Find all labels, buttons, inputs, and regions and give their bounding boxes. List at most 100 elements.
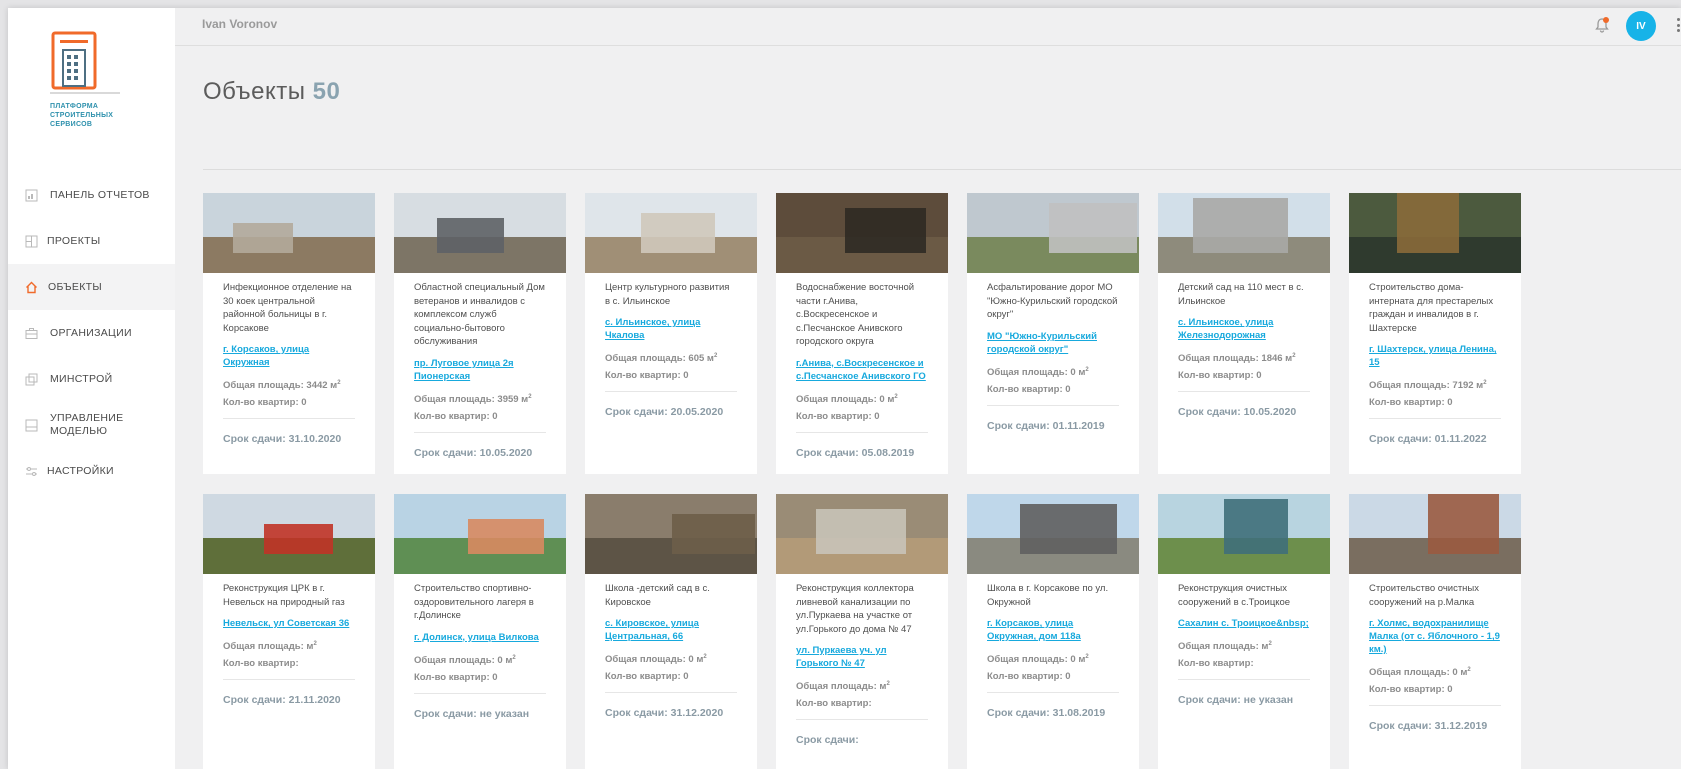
object-photo[interactable]: [1158, 494, 1330, 574]
object-card[interactable]: Асфальтирование дорог МО "Южно-Курильски…: [967, 193, 1139, 474]
object-area: Общая площадь: 605 м2: [605, 353, 718, 365]
object-meta: Общая площадь: 0 м2 Кол-во квартир: 0: [414, 650, 546, 686]
object-address-link[interactable]: г. Долинск, улица Вилкова: [414, 631, 546, 644]
object-photo[interactable]: [1349, 193, 1521, 273]
object-name: Центр культурного развития в с. Ильинско…: [605, 282, 730, 307]
object-card[interactable]: Строительство спортивно-оздоровительного…: [394, 494, 566, 769]
card-divider: [987, 404, 1119, 406]
object-address-link[interactable]: с. Кировское, улица Центральная, 66: [605, 617, 737, 643]
object-name: Инфекционное отделение на 30 коек центра…: [223, 282, 352, 334]
object-address-link[interactable]: г. Корсаков, улица Окружная, дом 118а: [987, 617, 1119, 643]
object-card[interactable]: Школа в г. Корсакове по ул. Окружной г. …: [967, 494, 1139, 769]
card-divider: [223, 418, 355, 420]
card-divider: [796, 431, 928, 433]
sidebar-item-objects[interactable]: ОБЪЕКТЫ: [8, 264, 175, 310]
logo-text: ПЛАТФОРМА СТРОИТЕЛЬНЫХ СЕРВИСОВ: [50, 102, 130, 129]
object-flats: Кол-во квартир: 0: [223, 397, 307, 409]
briefcase-icon: [24, 326, 38, 340]
object-card[interactable]: Реконструкция очистных сооружений в с.Тр…: [1158, 494, 1330, 769]
object-photo[interactable]: [776, 193, 948, 273]
avatar[interactable]: IV: [1626, 11, 1656, 41]
sidebar-item-projects[interactable]: ПРОЕКТЫ: [8, 218, 175, 264]
user-name[interactable]: Ivan Voronov: [202, 17, 277, 31]
object-name: Строительство спортивно-оздоровительного…: [414, 583, 534, 621]
sidebar-item-ministry[interactable]: МИНСТРОЙ: [8, 356, 175, 402]
card-divider: [1369, 705, 1501, 707]
app-window: ПЛАТФОРМА СТРОИТЕЛЬНЫХ СЕРВИСОВ ПАНЕЛЬ О…: [8, 8, 1681, 769]
object-photo[interactable]: [585, 193, 757, 273]
object-meta: Общая площадь: 7192 м2 Кол-во квартир: 0: [1369, 375, 1501, 411]
sidebar: ПЛАТФОРМА СТРОИТЕЛЬНЫХ СЕРВИСОВ ПАНЕЛЬ О…: [8, 8, 175, 769]
object-name: Реконструкция очистных сооружений в с.Тр…: [1178, 583, 1291, 608]
object-address-link[interactable]: Сахалин с. Троицкое&nbsp;: [1178, 617, 1310, 630]
object-meta: Общая площадь: м2 Кол-во квартир:: [796, 676, 928, 712]
object-photo[interactable]: [394, 494, 566, 574]
logo-line-1: ПЛАТФОРМА: [50, 103, 99, 110]
object-flats: Кол-во квартир:: [223, 658, 299, 670]
object-due-date: Срок сдачи: 31.08.2019: [987, 707, 1106, 720]
sidebar-item-label: ОРГАНИЗАЦИИ: [50, 327, 132, 339]
more-menu-icon[interactable]: [1675, 14, 1681, 36]
object-name: Реконструкция ЦРК в г. Невельск на приро…: [223, 583, 345, 608]
object-address-link[interactable]: г.Анива, с.Воскресенское и с.Песчанское …: [796, 357, 928, 383]
sidebar-item-label: МИНСТРОЙ: [50, 373, 113, 385]
object-photo[interactable]: [967, 193, 1139, 273]
object-address-link[interactable]: Невельск, ул Советская 36: [223, 617, 355, 630]
sidebar-item-model-management[interactable]: УПРАВЛЕНИЕ МОДЕЛЬЮ: [8, 402, 175, 448]
sidebar-nav: ПАНЕЛЬ ОТЧЕТОВ ПРОЕКТЫ ОБЪЕКТЫ ОРГАНИЗАЦ…: [8, 172, 175, 494]
object-photo[interactable]: [203, 193, 375, 273]
card-divider: [223, 679, 355, 681]
object-flats: Кол-во квартир:: [1178, 658, 1254, 670]
object-meta: Общая площадь: 0 м2 Кол-во квартир: 0: [987, 362, 1119, 398]
top-bar: Ivan Voronov IV: [175, 8, 1681, 46]
logo-divider: [50, 92, 120, 94]
object-card[interactable]: Строительство дома-интерната для престар…: [1349, 193, 1521, 474]
bell-icon[interactable]: [1593, 16, 1611, 34]
sidebar-item-organizations[interactable]: ОРГАНИЗАЦИИ: [8, 310, 175, 356]
title-divider: [203, 169, 1681, 170]
sidebar-item-settings[interactable]: НАСТРОЙКИ: [8, 448, 175, 494]
object-card[interactable]: Инфекционное отделение на 30 коек центра…: [203, 193, 375, 474]
object-address-link[interactable]: ул. Пуркаева уч. ул Горького № 47: [796, 644, 928, 670]
object-address-link[interactable]: МО "Южно-Курильский городской округ": [987, 330, 1119, 356]
object-card[interactable]: Детский сад на 110 мест в с. Ильинское с…: [1158, 193, 1330, 474]
object-card[interactable]: Реконструкция коллектора ливневой канали…: [776, 494, 948, 769]
object-photo[interactable]: [394, 193, 566, 273]
object-card[interactable]: Водоснабжение восточной части г.Анива, с…: [776, 193, 948, 474]
object-photo[interactable]: [1349, 494, 1521, 574]
object-address-link[interactable]: г. Холмс, водохранилище Малка (от с. Ябл…: [1369, 617, 1501, 656]
logo-line-3: СЕРВИСОВ: [50, 121, 93, 128]
object-card[interactable]: Центр культурного развития в с. Ильинско…: [585, 193, 757, 474]
object-photo[interactable]: [967, 494, 1139, 574]
object-meta: Общая площадь: 3959 м2 Кол-во квартир: 0: [414, 389, 546, 425]
object-due-date: Срок сдачи: 01.11.2022: [1369, 433, 1487, 446]
object-due-date: Срок сдачи: 21.11.2020: [223, 694, 341, 707]
object-photo[interactable]: [585, 494, 757, 574]
card-divider: [1369, 418, 1501, 420]
object-photo[interactable]: [1158, 193, 1330, 273]
object-address-link[interactable]: г. Шахтерск, улица Ленина, 15: [1369, 343, 1501, 369]
object-card[interactable]: Строительство очистных сооружений на р.М…: [1349, 494, 1521, 769]
logo[interactable]: ПЛАТФОРМА СТРОИТЕЛЬНЫХ СЕРВИСОВ: [50, 30, 130, 129]
object-photo[interactable]: [203, 494, 375, 574]
object-flats: Кол-во квартир:: [796, 698, 872, 710]
object-name: Реконструкция коллектора ливневой канали…: [796, 583, 914, 635]
object-card[interactable]: Реконструкция ЦРК в г. Невельск на приро…: [203, 494, 375, 769]
object-flats: Кол-во квартир: 0: [1178, 370, 1262, 382]
object-card[interactable]: Школа -детский сад в с. Кировское с. Кир…: [585, 494, 757, 769]
object-address-link[interactable]: с. Ильинское, улица Железнодорожная: [1178, 316, 1310, 342]
object-photo[interactable]: [776, 494, 948, 574]
object-name: Строительство дома-интерната для престар…: [1369, 282, 1494, 334]
object-flats: Кол-во квартир: 0: [1369, 684, 1453, 696]
object-flats: Кол-во квартир: 0: [414, 671, 498, 683]
object-address-link[interactable]: пр. Луговое улица 2я Пионерская: [414, 357, 546, 383]
card-divider: [605, 692, 737, 694]
object-address-link[interactable]: г. Корсаков, улица Окружная: [223, 343, 355, 369]
object-meta: Общая площадь: 0 м2 Кол-во квартир: 0: [796, 389, 928, 425]
object-due-date: Срок сдачи: 31.12.2019: [1369, 720, 1488, 733]
card-divider: [987, 692, 1119, 694]
card-divider: [1178, 679, 1310, 681]
sidebar-item-reports[interactable]: ПАНЕЛЬ ОТЧЕТОВ: [8, 172, 175, 218]
object-address-link[interactable]: с. Ильинское, улица Чкалова: [605, 316, 737, 342]
object-card[interactable]: Областной специальный Дом ветеранов и ин…: [394, 193, 566, 474]
